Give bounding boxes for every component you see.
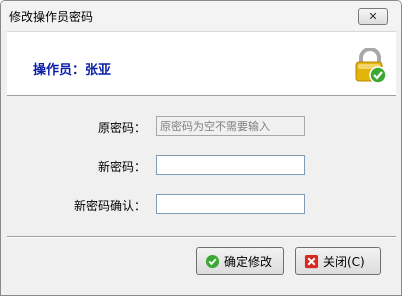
- old-password-label: 原密码：: [97, 121, 146, 135]
- title-bar[interactable]: 修改操作员密码 ✕: [1, 1, 401, 30]
- dialog-window: 修改操作员密码 ✕ 操作员：张亚 原密码： 新密码： 新密码确认： 确定修改: [0, 0, 402, 296]
- confirm-password-input[interactable]: [156, 194, 305, 214]
- check-circle-icon: [205, 254, 220, 268]
- close-icon: ✕: [368, 10, 378, 23]
- header-panel: 操作员：张亚: [7, 31, 396, 96]
- old-password-input[interactable]: [156, 116, 305, 136]
- confirm-button-label: 确定修改: [224, 254, 273, 269]
- lock-check-icon: [355, 48, 387, 84]
- footer-divider: [7, 236, 396, 238]
- new-password-row: 新密码：: [1, 155, 401, 175]
- window-close-button[interactable]: ✕: [358, 8, 388, 25]
- new-password-label: 新密码：: [97, 160, 146, 174]
- operator-label: 操作员：张亚: [33, 63, 112, 78]
- confirm-change-button[interactable]: 确定修改: [196, 247, 284, 275]
- red-x-icon: [304, 254, 319, 268]
- window-title: 修改操作员密码: [9, 10, 94, 24]
- old-password-row: 原密码：: [1, 116, 401, 136]
- confirm-password-row: 新密码确认：: [1, 194, 401, 214]
- close-button-label: 关闭(C): [323, 254, 365, 269]
- confirm-password-label: 新密码确认：: [73, 199, 146, 213]
- new-password-input[interactable]: [156, 155, 305, 175]
- close-button[interactable]: 关闭(C): [295, 247, 381, 275]
